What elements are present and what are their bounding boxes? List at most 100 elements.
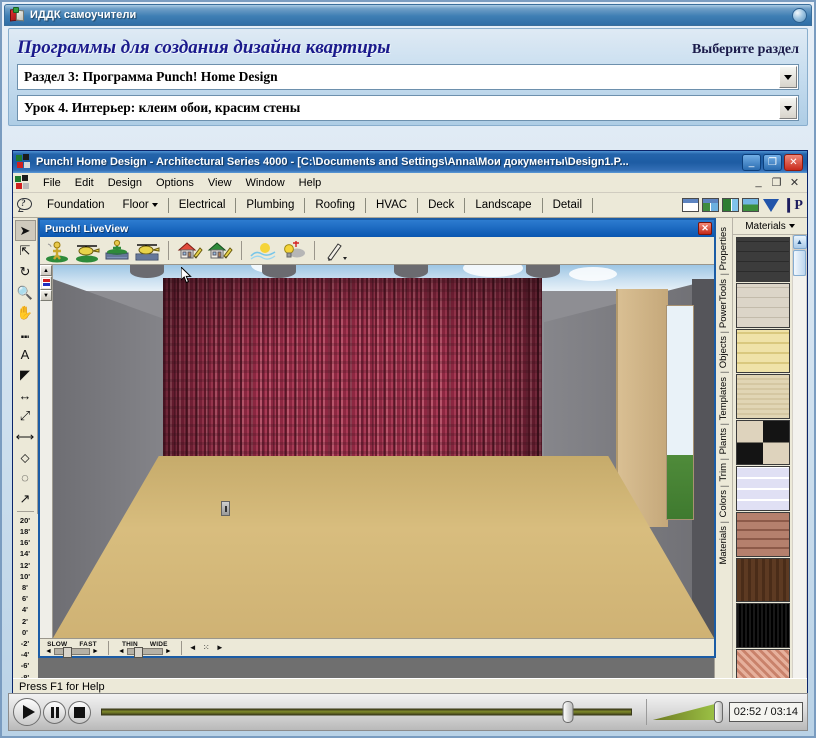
- sidebar-item-objects[interactable]: Objects: [718, 333, 729, 371]
- speed-slider[interactable]: SLOW FAST ◄ ►: [43, 639, 101, 656]
- split-view-icon[interactable]: [702, 198, 719, 212]
- material-swatch-lavender-tile[interactable]: [736, 466, 790, 511]
- width-decrease-button[interactable]: ◄: [116, 648, 127, 655]
- width-slider[interactable]: THIN WIDE ◄ ►: [116, 639, 174, 656]
- tab-foundation[interactable]: Foundation: [38, 196, 114, 214]
- materials-palette-header[interactable]: Materials: [733, 218, 807, 235]
- close-button[interactable]: ✕: [784, 154, 803, 171]
- wall-dimension-icon[interactable]: ↔: [15, 385, 36, 406]
- material-swatch-rose-brick[interactable]: [736, 512, 790, 557]
- sidebar-item-colors[interactable]: Colors: [718, 487, 729, 520]
- paper-plane-icon[interactable]: ◤: [15, 364, 36, 385]
- material-swatch-dark-walnut-wood[interactable]: [736, 558, 790, 603]
- orb-button[interactable]: [792, 8, 807, 23]
- seek-thumb[interactable]: [563, 701, 574, 723]
- chevron-up-icon[interactable]: ▲: [793, 235, 807, 249]
- sun-light-icon[interactable]: [249, 239, 277, 263]
- helicopter-flyover-icon[interactable]: [73, 239, 101, 263]
- seek-slider[interactable]: [101, 697, 632, 727]
- volume-thumb[interactable]: [714, 701, 723, 723]
- material-swatch-dark-slate-tile[interactable]: [736, 237, 790, 282]
- tab-electrical[interactable]: Electrical: [170, 196, 235, 214]
- house-edit-icon[interactable]: [176, 239, 204, 263]
- walkthrough-site-icon[interactable]: [103, 239, 131, 263]
- seek-track[interactable]: [101, 709, 632, 716]
- play-button[interactable]: [13, 698, 41, 726]
- chevron-down-icon[interactable]: [152, 203, 158, 207]
- speed-track[interactable]: [54, 648, 90, 655]
- sidebar-item-plants[interactable]: Plants: [718, 425, 729, 457]
- menu-item-view[interactable]: View: [201, 175, 239, 191]
- render-view-icon[interactable]: [742, 198, 759, 212]
- materials-scrollbar[interactable]: ▲ ▼: [792, 235, 807, 694]
- leader-line-icon[interactable]: ↗: [15, 488, 36, 509]
- angled-dimension-icon[interactable]: ⬦: [15, 447, 36, 468]
- material-swatch-beige-linen[interactable]: [736, 374, 790, 419]
- speed-increase-button[interactable]: ►: [90, 648, 101, 655]
- binoculars-icon[interactable]: ⑉: [15, 323, 36, 344]
- house-edit-alt-icon[interactable]: [206, 239, 234, 263]
- sidebar-item-powertools[interactable]: PowerTools: [718, 276, 729, 331]
- help-bubble-icon[interactable]: ?: [16, 196, 34, 214]
- scroll-up-button[interactable]: ▲: [40, 265, 52, 276]
- chevron-down-icon[interactable]: [779, 66, 797, 88]
- tab-deck[interactable]: Deck: [419, 196, 463, 214]
- bulb-light-icon[interactable]: [279, 239, 307, 263]
- sidebar-item-trim[interactable]: Trim: [718, 460, 729, 485]
- menu-item-edit[interactable]: Edit: [68, 175, 101, 191]
- tab-detail[interactable]: Detail: [544, 196, 591, 214]
- liveview-viewport[interactable]: ▲ ▼: [40, 265, 714, 638]
- menu-item-window[interactable]: Window: [239, 175, 292, 191]
- scroll-thumb[interactable]: [40, 276, 52, 290]
- text-tool-icon[interactable]: A: [15, 344, 36, 365]
- mdi-close-button[interactable]: ✕: [788, 176, 801, 189]
- menu-item-design[interactable]: Design: [101, 175, 149, 191]
- pen-tool-icon[interactable]: [322, 239, 350, 263]
- menu-item-file[interactable]: File: [36, 175, 68, 191]
- viewport-vertical-scrollbar[interactable]: ▲ ▼: [40, 265, 53, 638]
- tab-floor[interactable]: Floor: [114, 196, 167, 214]
- restore-button[interactable]: ❐: [763, 154, 782, 171]
- scroll-down-button[interactable]: ▼: [40, 290, 52, 301]
- menu-item-options[interactable]: Options: [149, 175, 201, 191]
- speed-decrease-button[interactable]: ◄: [43, 648, 54, 655]
- width-increase-button[interactable]: ►: [163, 648, 174, 655]
- zoom-magnifier-icon[interactable]: 🔍: [15, 282, 36, 303]
- material-swatch-black-white-checker[interactable]: [736, 420, 790, 465]
- sidebar-item-properties[interactable]: Properties: [718, 224, 729, 273]
- pan-pad-icon[interactable]: ◄ ⁙ ►: [189, 643, 226, 652]
- tab-landscape[interactable]: Landscape: [466, 196, 540, 214]
- sidebar-item-templates[interactable]: Templates: [718, 374, 729, 423]
- pan-hand-icon[interactable]: ✋: [15, 303, 36, 324]
- tab-plumbing[interactable]: Plumbing: [237, 196, 303, 214]
- render-3d-scene[interactable]: [53, 265, 714, 638]
- diagonal-measure-icon[interactable]: ⤢: [15, 406, 36, 427]
- tab-hvac[interactable]: HVAC: [367, 196, 416, 214]
- volume-slider[interactable]: [653, 699, 725, 725]
- menu-item-help[interactable]: Help: [292, 175, 329, 191]
- plan-view-icon[interactable]: [682, 198, 699, 212]
- mdi-restore-button[interactable]: ❐: [770, 176, 783, 189]
- minimize-button[interactable]: _: [742, 154, 761, 171]
- ip-logo-icon[interactable]: ❙P: [783, 197, 803, 214]
- close-icon[interactable]: ✕: [698, 222, 712, 235]
- blue-triangle-icon[interactable]: [763, 199, 779, 212]
- design-canvas-area[interactable]: Punch! LiveView ✕: [38, 218, 714, 694]
- mdi-minimize-button[interactable]: _: [752, 176, 765, 189]
- stop-button[interactable]: [68, 701, 91, 724]
- material-swatch-light-grey-tile[interactable]: [736, 283, 790, 328]
- tab-roofing[interactable]: Roofing: [306, 196, 364, 214]
- speed-thumb[interactable]: [63, 647, 72, 658]
- dual-view-icon[interactable]: [722, 198, 739, 212]
- dimension-line-icon[interactable]: ⟷: [15, 426, 36, 447]
- rotate-icon[interactable]: ↻: [15, 261, 36, 282]
- arc-dimension-icon[interactable]: ◌: [15, 468, 36, 489]
- arrow-select-grid-icon[interactable]: ⇱: [15, 241, 36, 262]
- helicopter-site-icon[interactable]: [133, 239, 161, 263]
- arrow-select-icon[interactable]: ➤: [15, 220, 36, 241]
- materials-scroll-thumb[interactable]: [793, 250, 806, 276]
- width-thumb[interactable]: [134, 647, 143, 658]
- lesson-dropdown[interactable]: Урок 4. Интерьер: клеим обои, красим сте…: [17, 95, 799, 121]
- materials-scroll-track[interactable]: [793, 276, 806, 680]
- sidebar-item-materials[interactable]: Materials: [718, 523, 729, 568]
